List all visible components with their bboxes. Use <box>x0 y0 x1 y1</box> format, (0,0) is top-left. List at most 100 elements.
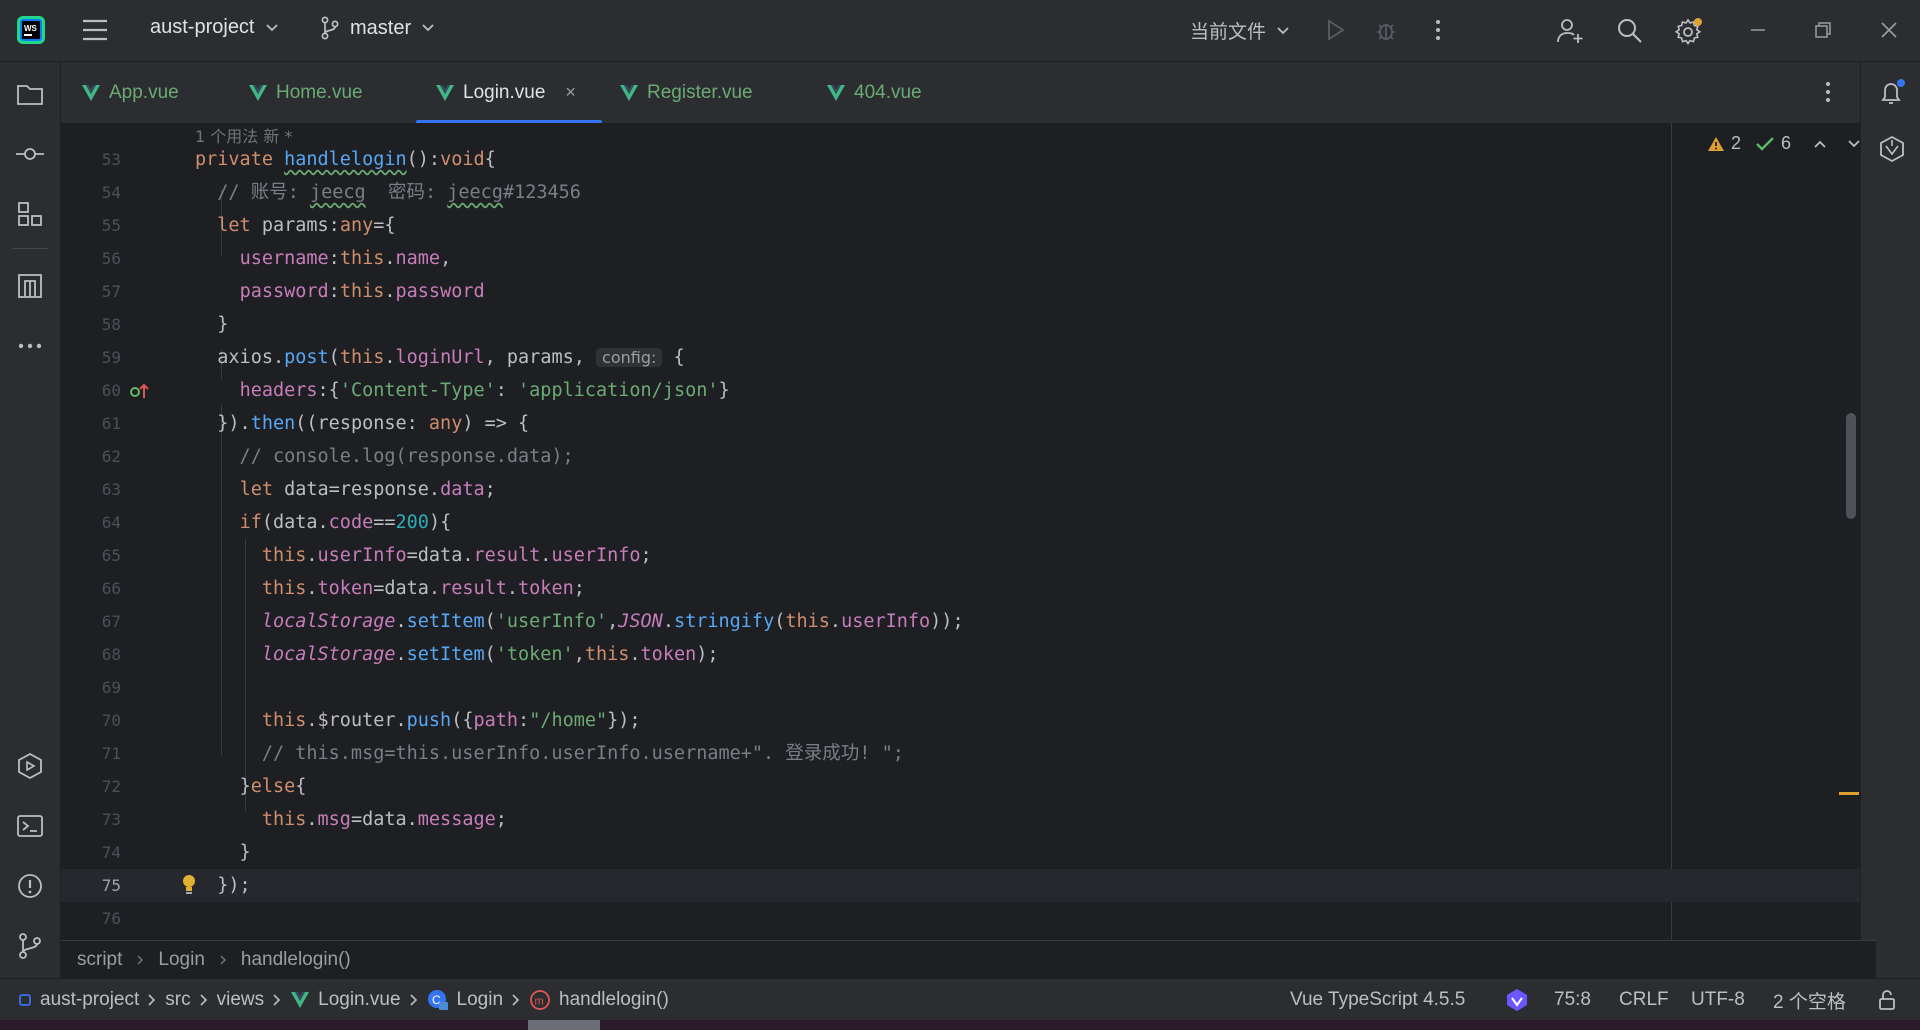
terminal-icon[interactable] <box>16 812 44 840</box>
add-user-icon[interactable] <box>1556 17 1583 43</box>
line-code: this.userInfo=data.result.userInfo; <box>261 545 652 566</box>
breadcrumb-item[interactable]: script <box>77 949 122 971</box>
tab-app-vue[interactable]: App.vue <box>81 62 179 123</box>
line-number: 57 <box>101 282 121 301</box>
code-line[interactable]: 67 localStorage.setItem('userInfo',JSON.… <box>61 605 1860 638</box>
code-line[interactable]: 53 private handlelogin():void{ <box>61 143 1860 176</box>
code-line[interactable]: 62 // console.log(response.data); <box>61 440 1860 473</box>
breadcrumb-item[interactable]: Login <box>158 949 205 971</box>
implementation-gutter-icon[interactable] <box>129 382 151 400</box>
horizontal-scroll-thumb[interactable] <box>528 1020 600 1030</box>
line-separator[interactable]: CRLF <box>1619 989 1669 1011</box>
npm-icon[interactable] <box>16 272 44 300</box>
more-actions-icon[interactable] <box>1425 17 1451 43</box>
method-icon: m <box>530 990 550 1010</box>
structure-icon[interactable] <box>16 200 44 228</box>
code-line[interactable]: 56 username:this.name, <box>61 242 1860 275</box>
notifications-bell-icon[interactable] <box>1877 78 1905 106</box>
code-line[interactable]: 65 this.userInfo=data.result.userInfo; <box>61 539 1860 572</box>
path-method[interactable]: handlelogin() <box>559 989 669 1011</box>
run-config-label: 当前文件 <box>1190 22 1267 43</box>
line-code: this.$router.push({path:"/home"}); <box>261 710 641 731</box>
line-number: 65 <box>101 546 121 565</box>
path-src[interactable]: src <box>165 989 190 1011</box>
tab-login-vue[interactable]: Login.vue × <box>435 62 576 123</box>
path-views[interactable]: views <box>217 989 265 1011</box>
tab-register-vue[interactable]: Register.vue <box>619 62 753 123</box>
tab-404-vue[interactable]: 404.vue <box>826 62 922 123</box>
webstorm-logo-icon[interactable]: WS <box>17 16 45 44</box>
vue-file-icon <box>82 84 100 101</box>
ai-assistant-status-icon[interactable] <box>1505 987 1529 1013</box>
chevron-right-icon <box>273 994 281 1006</box>
branch-selector[interactable]: master <box>320 16 435 40</box>
run-icon[interactable] <box>1322 17 1348 43</box>
line-number: 69 <box>101 678 121 697</box>
code-line[interactable]: 64 if(data.code==200){ <box>61 506 1860 539</box>
code-line[interactable]: 72 }else{ <box>61 770 1860 803</box>
tab-home-vue[interactable]: Home.vue <box>248 62 363 123</box>
commit-icon[interactable] <box>16 140 44 168</box>
cursor-position[interactable]: 75:8 <box>1554 989 1591 1011</box>
minimize-window-icon[interactable] <box>1745 17 1771 43</box>
line-code: this.msg=data.message; <box>261 809 507 830</box>
file-encoding[interactable]: UTF-8 <box>1691 989 1745 1011</box>
ai-assistant-icon[interactable] <box>1877 134 1905 163</box>
code-editor[interactable]: 1 个用法 新 * 2 6 53 private handlelogin():vo… <box>61 123 1860 940</box>
code-line[interactable]: 61 }).then((response: any) => { <box>61 407 1860 440</box>
indent-setting[interactable]: 2 个空格 <box>1773 987 1846 1014</box>
restore-window-icon[interactable] <box>1810 17 1836 43</box>
path-class[interactable]: Login <box>457 989 504 1011</box>
code-line[interactable]: 76 <box>61 902 1860 935</box>
project-name: aust-project <box>150 16 255 38</box>
breadcrumb-item[interactable]: handlelogin() <box>241 949 351 971</box>
project-selector[interactable]: aust-project <box>150 16 279 39</box>
tab-options-icon[interactable] <box>1818 80 1838 104</box>
code-line[interactable]: 57 password:this.password <box>61 275 1860 308</box>
close-tab-icon[interactable]: × <box>565 82 576 103</box>
settings-gear-icon[interactable] <box>1674 17 1702 46</box>
more-tool-windows-icon[interactable] <box>16 332 44 360</box>
code-line[interactable]: 69 <box>61 671 1860 704</box>
unlock-icon[interactable] <box>1877 989 1897 1011</box>
path-project[interactable]: aust-project <box>40 989 139 1011</box>
main-menu-icon[interactable] <box>82 18 108 42</box>
chevron-down-icon <box>1277 26 1289 34</box>
chevron-down-icon <box>422 24 434 32</box>
problems-icon[interactable] <box>16 872 44 900</box>
language-service[interactable]: Vue TypeScript 4.5.5 <box>1290 989 1465 1011</box>
code-line[interactable]: 54 // 账号: jeecg 密码: jeecg#123456 <box>61 176 1860 209</box>
line-code: }else{ <box>239 776 307 797</box>
project-folder-icon[interactable] <box>16 80 44 108</box>
chevron-right-icon <box>220 955 226 965</box>
code-line[interactable]: 60 headers:{'Content-Type': 'application… <box>61 374 1860 407</box>
line-number: 70 <box>101 711 121 730</box>
line-code: this.token=data.result.token; <box>261 578 585 599</box>
debug-icon[interactable] <box>1373 17 1399 43</box>
line-code: password:this.password <box>239 281 485 302</box>
git-icon[interactable] <box>16 932 44 960</box>
code-line[interactable]: 58 } <box>61 308 1860 341</box>
code-line-current[interactable]: 75 }); <box>61 869 1860 902</box>
line-number: 56 <box>101 249 121 268</box>
line-code: headers:{'Content-Type': 'application/js… <box>239 380 730 401</box>
line-number: 71 <box>101 744 121 763</box>
code-line[interactable]: 59 axios.post(this.loginUrl, params, con… <box>61 341 1860 374</box>
code-line[interactable]: 66 this.token=data.result.token; <box>61 572 1860 605</box>
run-configuration-selector[interactable]: 当前文件 <box>1190 17 1290 44</box>
right-tool-window-bar <box>1860 62 1920 978</box>
code-line[interactable]: 68 localStorage.setItem('token',this.tok… <box>61 638 1860 671</box>
path-file[interactable]: Login.vue <box>318 989 400 1011</box>
usage-inlay-hint[interactable]: 1 个用法 新 * <box>195 123 292 146</box>
code-line[interactable]: 63 let data=response.data; <box>61 473 1860 506</box>
code-line[interactable]: 71 // this.msg=this.userInfo.userInfo.us… <box>61 737 1860 770</box>
services-icon[interactable] <box>16 752 44 780</box>
code-line[interactable]: 73 this.msg=data.message; <box>61 803 1860 836</box>
code-line[interactable]: 70 this.$router.push({path:"/home"}); <box>61 704 1860 737</box>
close-window-icon[interactable] <box>1876 17 1902 43</box>
line-number: 72 <box>101 777 121 796</box>
code-line[interactable]: 74 } <box>61 836 1860 869</box>
code-line[interactable]: 55 let params:any={ <box>61 209 1860 242</box>
search-icon[interactable] <box>1616 17 1642 43</box>
vue-file-icon <box>827 84 845 101</box>
